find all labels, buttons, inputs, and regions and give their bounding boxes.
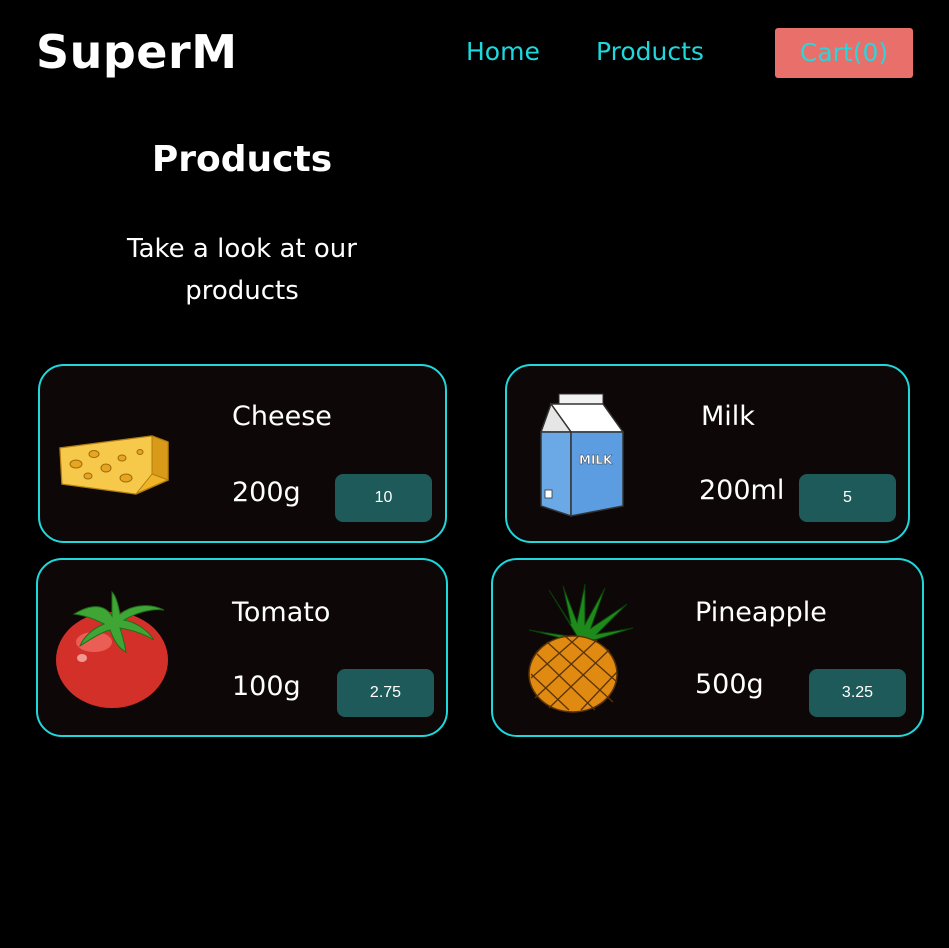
product-name: Milk: [701, 401, 755, 432]
price-button[interactable]: 10: [335, 474, 432, 522]
nav-products-link[interactable]: Products: [596, 36, 704, 68]
product-name: Tomato: [232, 597, 331, 628]
price-button[interactable]: 5: [799, 474, 896, 522]
svg-text:MILK: MILK: [579, 453, 613, 467]
product-name: Cheese: [232, 401, 332, 432]
product-card-pineapple: Pineapple 500g 3.25: [491, 558, 924, 737]
cheese-icon: [59, 435, 169, 495]
price-button[interactable]: 3.25: [809, 669, 906, 717]
product-card-tomato: Tomato 100g 2.75: [36, 558, 448, 737]
nav-home-link[interactable]: Home: [466, 36, 540, 68]
product-quantity: 200ml: [699, 475, 785, 506]
product-quantity: 100g: [232, 671, 301, 702]
cart-button[interactable]: Cart(0): [775, 28, 913, 78]
product-quantity: 500g: [695, 669, 764, 700]
page-subtitle: Take a look at our products: [127, 234, 357, 306]
product-card-milk: MILK Milk 200ml 5: [505, 364, 910, 543]
product-name: Pineapple: [695, 597, 827, 628]
milk-carton-icon: MILK: [539, 393, 625, 518]
page-title: Products: [151, 139, 333, 180]
pineapple-icon: [528, 584, 634, 713]
product-card-cheese: Cheese 200g 10: [38, 364, 447, 543]
tomato-icon: [56, 590, 168, 708]
logo[interactable]: SuperM: [36, 22, 237, 82]
price-button[interactable]: 2.75: [337, 669, 434, 717]
product-quantity: 200g: [232, 477, 301, 508]
